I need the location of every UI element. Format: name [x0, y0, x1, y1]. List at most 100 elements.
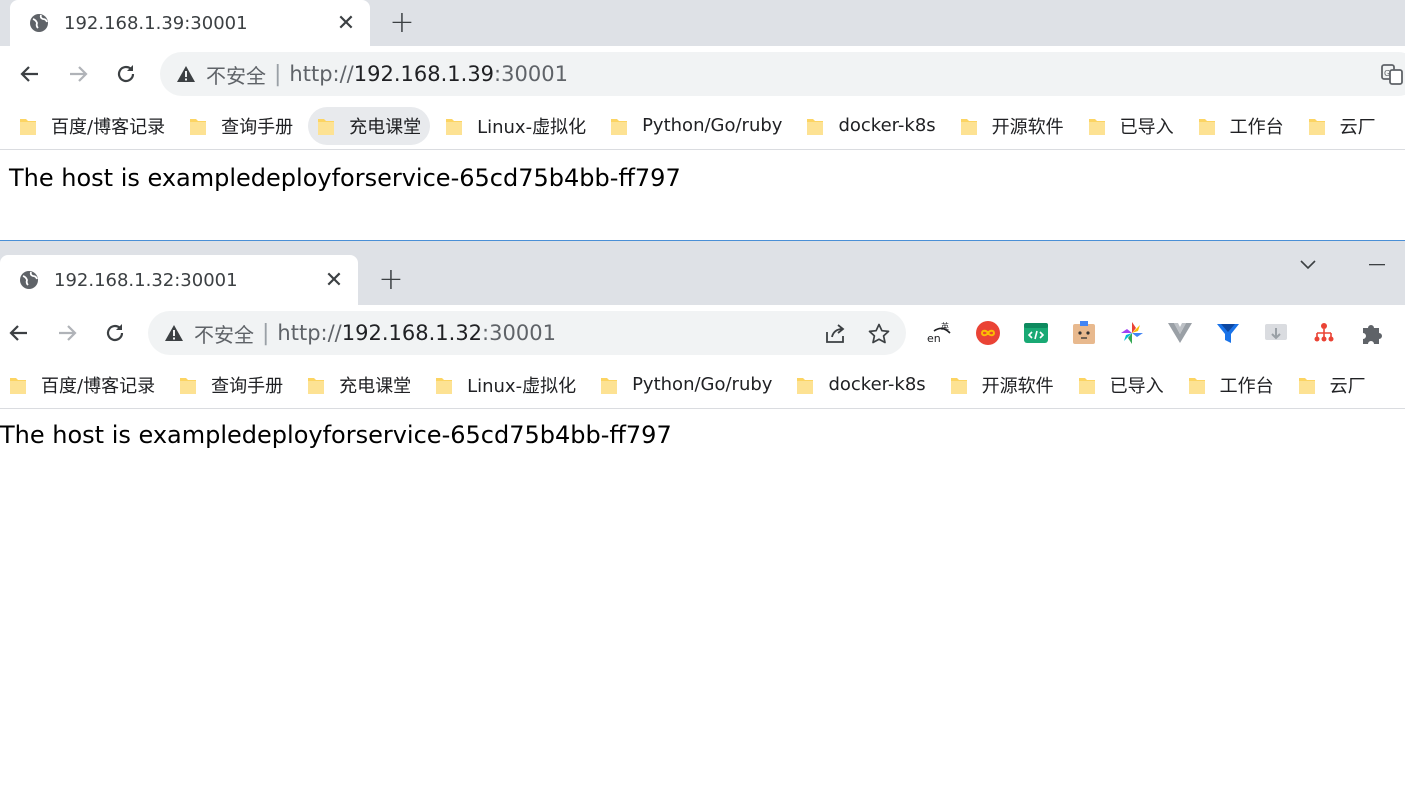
folder-icon — [1188, 377, 1205, 394]
tab-title: 192.168.1.32:30001 — [54, 269, 238, 291]
forward-arrow-icon[interactable] — [64, 60, 92, 88]
share-icon[interactable] — [822, 321, 848, 347]
code-editor-icon[interactable] — [1022, 319, 1050, 347]
bookmark-item[interactable]: Linux-虚拟化 — [436, 107, 595, 145]
bookmark-label: 已导入 — [1119, 116, 1174, 138]
folder-icon — [308, 377, 325, 394]
address-bar[interactable]: 不安全 | http://192.168.1.39:30001 — [160, 52, 1405, 96]
bookmark-item[interactable]: 已导入 — [1079, 107, 1183, 145]
bookmarks-bar: 百度/博客记录 查询手册 充电课堂 Linux-虚拟化 Python/Go/ruby do… — [0, 361, 1405, 409]
bookmark-label: 查询手册 — [221, 116, 294, 138]
tab-active[interactable]: 192.168.1.32:30001 ✕ — [0, 255, 358, 305]
folder-icon — [10, 377, 26, 394]
browser-window-2: 192.168.1.32:30001 ✕ + 不安全 | http://192.… — [0, 240, 1405, 790]
url-port: :30001 — [494, 62, 568, 86]
translate-icon[interactable]: G — [1378, 60, 1405, 88]
bookmark-item[interactable]: 百度/博客记录 — [0, 366, 164, 404]
new-tab-button[interactable]: + — [386, 5, 418, 40]
bookmark-item[interactable]: 充电课堂 — [298, 366, 420, 404]
bookmark-item[interactable]: Linux-虚拟化 — [426, 366, 585, 404]
close-tab-icon[interactable]: ✕ — [332, 9, 360, 37]
funnel-icon[interactable] — [1214, 319, 1242, 347]
tab-strip: 192.168.1.32:30001 ✕ + — [0, 241, 1405, 305]
tab-title: 192.168.1.39:30001 — [64, 12, 248, 34]
close-tab-icon[interactable]: ✕ — [320, 266, 348, 294]
url-protocol: http:// — [289, 62, 354, 86]
bookmark-label: 百度/博客记录 — [51, 116, 166, 138]
minimize-icon[interactable] — [1362, 253, 1392, 277]
url-host: 192.168.1.32 — [341, 321, 483, 345]
warning-triangle-icon[interactable] — [164, 323, 184, 343]
bookmark-item[interactable]: docker-k8s — [787, 366, 934, 404]
forward-arrow-icon[interactable] — [53, 319, 81, 347]
cartoon-face-icon[interactable] — [1070, 319, 1098, 347]
folder-icon — [190, 118, 207, 135]
translate-en-icon[interactable]: en 英 — [926, 319, 954, 347]
bookmark-label: Linux-虚拟化 — [477, 116, 587, 138]
bookmark-label: 开源软件 — [981, 375, 1054, 397]
bookmark-label: Linux-虚拟化 — [467, 375, 577, 397]
pinwheel-icon[interactable] — [1118, 319, 1146, 347]
svg-text:en: en — [927, 332, 941, 345]
bookmark-label: 开源软件 — [991, 116, 1064, 138]
sitemap-icon[interactable] — [1310, 319, 1338, 347]
bookmark-item[interactable]: 百度/博客记录 — [10, 107, 174, 145]
bookmark-item[interactable]: 云厂 — [1299, 107, 1385, 145]
reload-icon[interactable] — [112, 60, 140, 88]
svg-text:英: 英 — [941, 321, 949, 331]
toolbar: 不安全 | http://192.168.1.39:30001 G — [0, 46, 1405, 102]
bookmark-label: 工作台 — [1219, 375, 1274, 397]
tab-active[interactable]: 192.168.1.39:30001 ✕ — [10, 0, 370, 46]
puzzle-extensions-icon[interactable] — [1358, 319, 1386, 347]
reload-icon[interactable] — [101, 319, 129, 347]
folder-icon — [797, 377, 814, 394]
folder-icon — [960, 118, 977, 135]
folder-icon — [611, 118, 628, 135]
svg-text:G: G — [1384, 69, 1390, 78]
url-port: :30001 — [482, 321, 556, 345]
bookmark-item[interactable]: Python/Go/ruby — [591, 366, 781, 404]
insecure-label[interactable]: 不安全 — [194, 319, 254, 348]
bookmark-item[interactable]: 查询手册 — [180, 107, 302, 145]
url-text[interactable]: http://192.168.1.32:30001 — [277, 321, 556, 345]
folder-icon — [1078, 377, 1095, 394]
folder-icon — [318, 118, 335, 135]
tab-search-chevron-icon[interactable] — [1293, 253, 1323, 277]
bookmark-label: 已导入 — [1109, 375, 1164, 397]
bookmarks-bar: 百度/博客记录 查询手册 充电课堂 Linux-虚拟化 Python/Go/ruby do… — [0, 102, 1405, 150]
vue-devtools-icon[interactable] — [1166, 319, 1194, 347]
folder-icon — [807, 118, 824, 135]
warning-triangle-icon[interactable] — [176, 64, 196, 84]
bookmark-item[interactable]: 开源软件 — [941, 366, 1063, 404]
bookmark-label: 云厂 — [1339, 116, 1376, 138]
bookmark-item[interactable]: 查询手册 — [170, 366, 292, 404]
url-protocol: http:// — [277, 321, 342, 345]
bookmark-item[interactable]: 已导入 — [1069, 366, 1173, 404]
folder-icon — [446, 118, 463, 135]
bookmark-item[interactable]: 工作台 — [1179, 366, 1283, 404]
new-tab-button[interactable]: + — [375, 262, 407, 297]
bookmark-star-icon[interactable] — [866, 321, 892, 347]
browser-window-1: 192.168.1.39:30001 ✕ + 不安全 | http://192.… — [0, 0, 1405, 240]
insecure-label[interactable]: 不安全 — [206, 60, 266, 89]
bookmark-item[interactable]: 工作台 — [1189, 107, 1293, 145]
bookmark-item[interactable]: 开源软件 — [951, 107, 1073, 145]
folder-icon — [20, 118, 36, 135]
folder-icon — [180, 377, 197, 394]
download-tray-icon[interactable] — [1262, 319, 1290, 347]
folder-icon — [1298, 377, 1315, 394]
page-body-text: The host is exampledeployforservice-65cd… — [9, 164, 681, 192]
url-text[interactable]: http://192.168.1.39:30001 — [289, 62, 568, 86]
bookmark-item[interactable]: 云厂 — [1289, 366, 1375, 404]
bookmark-item[interactable]: docker-k8s — [797, 107, 944, 145]
folder-icon — [950, 377, 967, 394]
folder-icon — [601, 377, 618, 394]
bookmark-item[interactable]: 充电课堂 — [308, 106, 431, 145]
bookmark-item[interactable]: Python/Go/ruby — [601, 107, 791, 145]
back-arrow-icon[interactable] — [5, 319, 33, 347]
bookmark-label: 工作台 — [1229, 116, 1284, 138]
bookmark-label: docker-k8s — [838, 115, 936, 136]
address-bar[interactable]: 不安全 | http://192.168.1.32:30001 — [148, 311, 906, 355]
back-arrow-icon[interactable] — [16, 60, 44, 88]
infinity-icon[interactable] — [974, 319, 1002, 347]
